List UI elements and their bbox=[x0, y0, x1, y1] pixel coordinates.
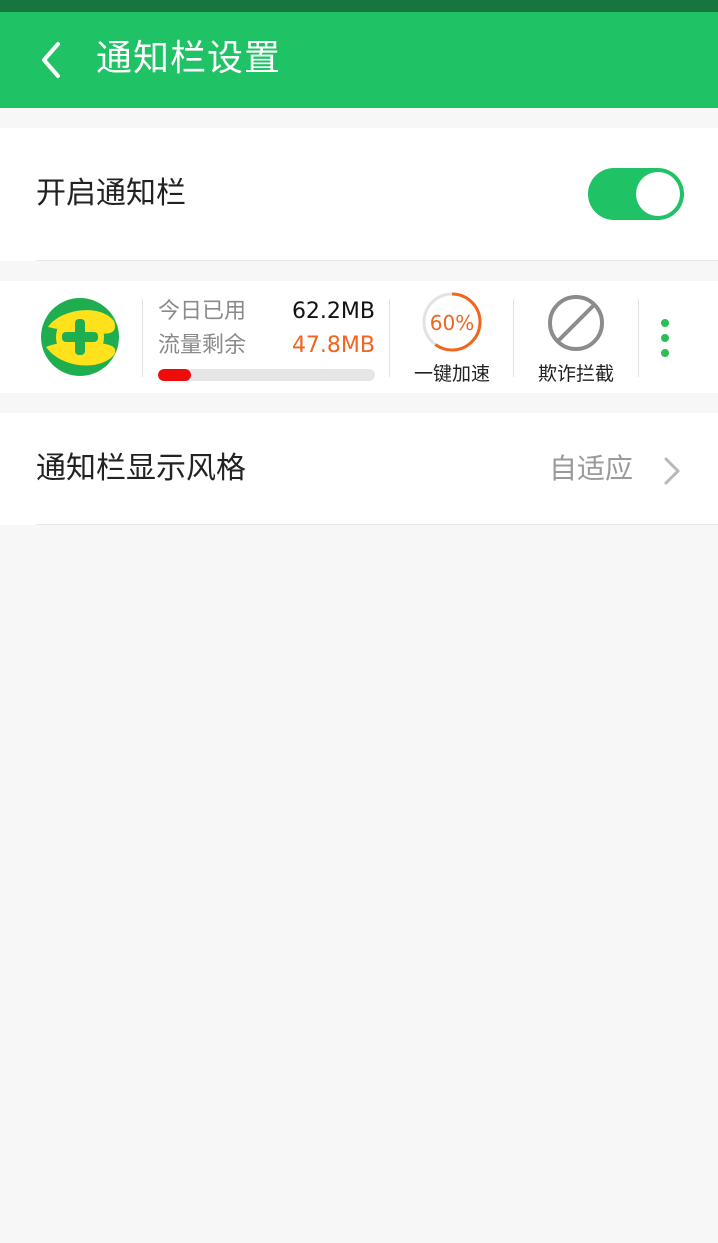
notification-toggle-label: 开启通知栏 bbox=[36, 176, 186, 211]
page-title: 通知栏设置 bbox=[96, 38, 282, 79]
more-options-button[interactable] bbox=[648, 301, 682, 373]
speedup-button[interactable]: 60% 一键加速 bbox=[397, 289, 507, 389]
preview-separator bbox=[638, 299, 639, 377]
preview-separator bbox=[389, 299, 390, 377]
speedup-label: 一键加速 bbox=[413, 363, 490, 385]
display-style-row[interactable]: 通知栏显示风格 自适应 bbox=[0, 413, 718, 525]
fraud-block-label: 欺诈拦截 bbox=[537, 363, 614, 385]
today-used-value: 62.2MB bbox=[291, 299, 375, 324]
display-style-value: 自适应 bbox=[549, 452, 634, 485]
remaining-value: 47.8MB bbox=[291, 333, 375, 358]
notification-preview: 今日已用 62.2MB 流量剩余 47.8MB 60% 一键加速 欺诈拦截 bbox=[0, 281, 718, 393]
app-logo-icon bbox=[41, 298, 119, 376]
remaining-label: 流量剩余 bbox=[158, 333, 247, 358]
status-bar bbox=[0, 0, 718, 12]
usage-progress-fill bbox=[158, 369, 191, 381]
display-style-label: 通知栏显示风格 bbox=[36, 451, 246, 486]
notification-toggle-row: 开启通知栏 bbox=[0, 128, 718, 261]
toggle-knob bbox=[636, 172, 680, 216]
back-button[interactable] bbox=[26, 38, 74, 82]
speedup-percent: 60% bbox=[429, 311, 475, 335]
preview-separator bbox=[142, 299, 143, 377]
app-header: 通知栏设置 bbox=[0, 12, 718, 108]
back-arrow-icon bbox=[42, 42, 60, 78]
usage-progress-bar bbox=[158, 369, 375, 381]
preview-separator bbox=[513, 299, 514, 377]
fraud-block-button[interactable]: 欺诈拦截 bbox=[521, 289, 631, 389]
notification-toggle-switch[interactable] bbox=[588, 168, 684, 220]
chevron-right-icon bbox=[664, 457, 680, 485]
row-divider bbox=[36, 524, 718, 525]
today-used-label: 今日已用 bbox=[158, 299, 247, 324]
block-icon bbox=[548, 295, 604, 351]
row-divider bbox=[36, 260, 718, 261]
